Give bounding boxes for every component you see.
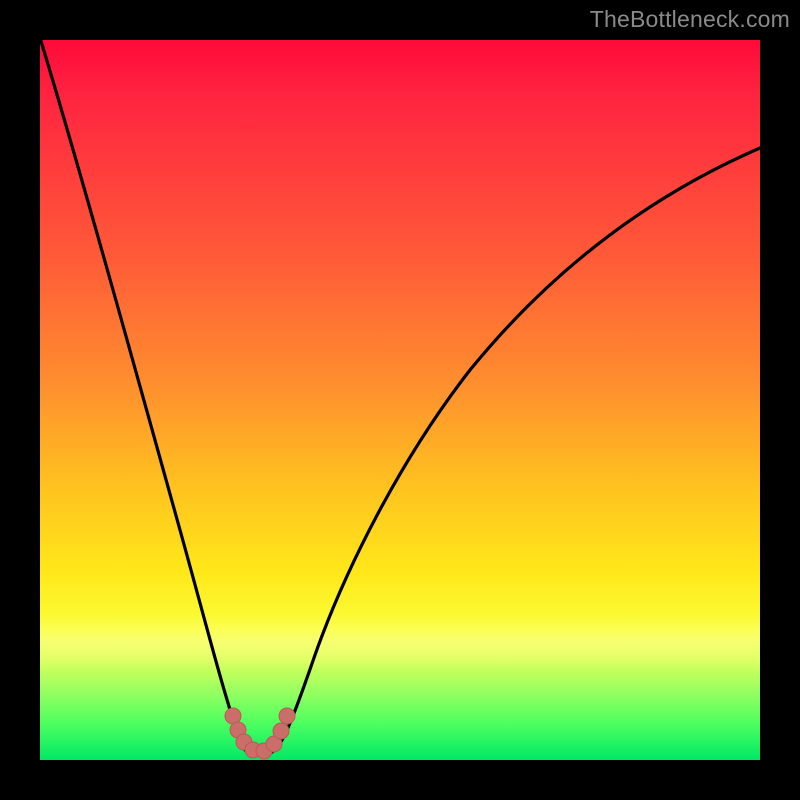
- optimal-marker-group: [225, 708, 295, 759]
- bottleneck-chart: [40, 40, 760, 760]
- chart-stage: TheBottleneck.com: [0, 0, 800, 800]
- marker-dot: [279, 708, 295, 724]
- watermark-text: TheBottleneck.com: [590, 6, 790, 33]
- bottleneck-curve: [41, 41, 760, 755]
- marker-dot: [273, 723, 289, 739]
